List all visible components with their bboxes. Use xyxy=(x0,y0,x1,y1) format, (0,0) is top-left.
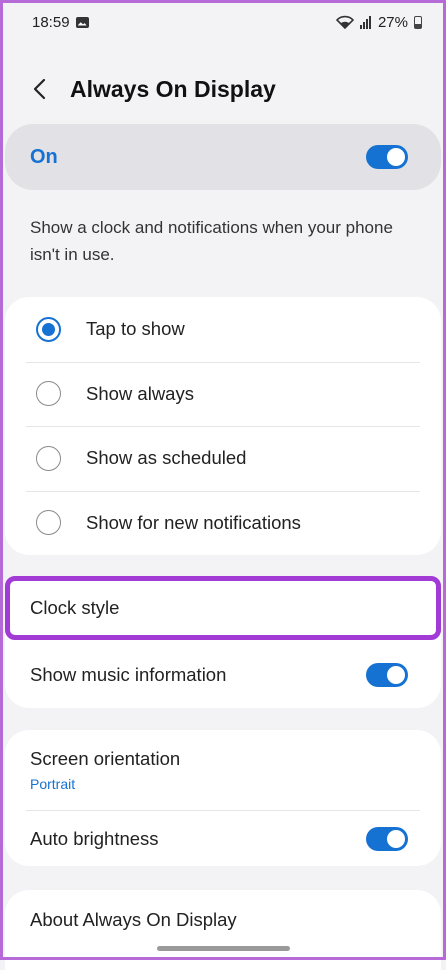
radio-button[interactable] xyxy=(36,510,61,536)
signal-icon xyxy=(359,15,372,29)
header: Always On Display xyxy=(0,66,446,112)
home-indicator[interactable] xyxy=(157,946,290,951)
auto-brightness-label: Auto brightness xyxy=(30,827,159,849)
page-title: Always On Display xyxy=(70,75,276,102)
chevron-left-icon xyxy=(33,78,46,100)
status-left: 18:59 xyxy=(32,14,89,31)
master-switch-label: On xyxy=(30,145,58,168)
status-bar: 18:59 27% xyxy=(0,0,446,44)
radio-button-selected[interactable] xyxy=(36,316,61,342)
screen-orientation-value: Portrait xyxy=(30,776,76,792)
radio-label: Show always xyxy=(86,382,194,404)
toggle-knob xyxy=(387,666,405,684)
master-switch-row[interactable]: On xyxy=(5,124,441,190)
clock-music-card: Clock style Show music information xyxy=(5,576,441,708)
orientation-brightness-card: Screen orientation Portrait Auto brightn… xyxy=(5,730,441,866)
radio-option-show-as-scheduled[interactable]: Show as scheduled xyxy=(5,426,441,491)
battery-percent: 27% xyxy=(377,13,408,31)
display-mode-card: Tap to show Show always Show as schedule… xyxy=(5,297,441,555)
description-text: Show a clock and notifications when your… xyxy=(30,218,393,264)
radio-button[interactable] xyxy=(36,445,61,471)
about-card: About Always On Display xyxy=(5,890,441,970)
toggle-knob xyxy=(387,829,405,848)
status-time: 18:59 xyxy=(32,13,70,31)
music-info-toggle[interactable] xyxy=(366,663,408,687)
auto-brightness-toggle[interactable] xyxy=(366,826,408,851)
radio-label: Tap to show xyxy=(86,318,185,340)
radio-label: Show for new notifications xyxy=(86,511,301,533)
radio-dot xyxy=(42,322,55,336)
auto-brightness-row[interactable]: Auto brightness xyxy=(5,811,441,866)
master-toggle[interactable] xyxy=(366,145,408,169)
radio-button[interactable] xyxy=(36,381,61,407)
wifi-icon xyxy=(335,15,354,29)
screen-orientation-row[interactable]: Screen orientation Portrait xyxy=(5,730,441,810)
music-info-label: Show music information xyxy=(30,664,227,685)
music-info-row[interactable]: Show music information xyxy=(5,642,441,708)
radio-label: Show as scheduled xyxy=(86,447,247,469)
screen-orientation-label: Screen orientation xyxy=(30,748,181,769)
status-right: 27% xyxy=(335,13,422,31)
radio-option-tap-to-show[interactable]: Tap to show xyxy=(5,297,441,362)
back-button[interactable] xyxy=(28,78,50,100)
radio-option-show-always[interactable]: Show always xyxy=(5,361,441,427)
about-row[interactable]: About Always On Display xyxy=(5,890,441,950)
toggle-knob xyxy=(387,148,405,166)
radio-option-show-for-new-notifications[interactable]: Show for new notifications xyxy=(5,490,441,556)
photo-icon xyxy=(75,16,89,28)
clock-style-row[interactable]: Clock style xyxy=(5,576,441,640)
battery-icon xyxy=(414,15,422,29)
